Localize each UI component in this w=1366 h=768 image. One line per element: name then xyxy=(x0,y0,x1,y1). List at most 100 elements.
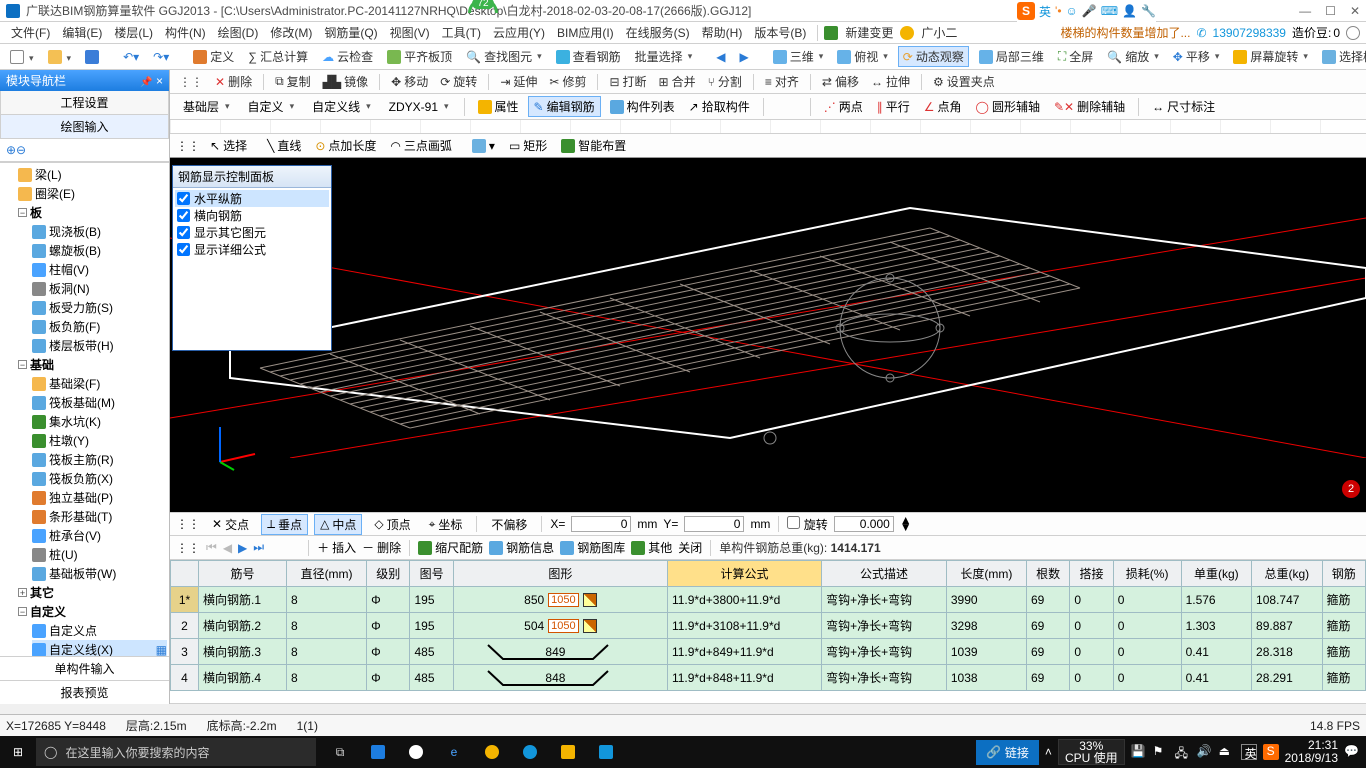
maximize-button[interactable]: ☐ xyxy=(1325,4,1336,18)
app-icon-5[interactable] xyxy=(550,736,586,768)
tree-slab-group[interactable]: −板 xyxy=(18,203,167,222)
stretch-button[interactable]: ↔拉伸 xyxy=(868,72,913,91)
sogou-mic-icon[interactable]: 🎤 xyxy=(1082,4,1097,18)
menu-member[interactable]: 构件(N) xyxy=(160,22,211,43)
menu-view[interactable]: 视图(V) xyxy=(385,22,435,43)
tree-beam[interactable]: 梁(L) xyxy=(18,165,167,184)
next-nav-button[interactable]: ▶ xyxy=(735,49,752,65)
rebar-display-panel[interactable]: 钢筋显示控制面板 水平纵筋 横向钢筋 显示其它图元 显示详细公式 xyxy=(172,165,332,351)
tray-clock[interactable]: 21:312018/9/13 xyxy=(1285,739,1338,765)
dimension-button[interactable]: ↔尺寸标注 xyxy=(1147,97,1220,116)
menu-floor[interactable]: 楼层(L) xyxy=(109,22,158,43)
chk-transverse[interactable]: 横向钢筋 xyxy=(175,207,329,224)
close-button[interactable]: ✕ xyxy=(1350,4,1360,18)
extend-button[interactable]: ⇥延伸 xyxy=(497,72,540,91)
nav-next[interactable]: ▶ xyxy=(238,541,247,555)
menu-tools[interactable]: 工具(T) xyxy=(437,22,486,43)
settings-gear-icon[interactable] xyxy=(1346,26,1360,40)
new-change-button[interactable]: 新建变更 xyxy=(840,22,898,43)
merge-button[interactable]: ⊞合并 xyxy=(656,72,699,91)
sogou-person-icon[interactable]: 👤 xyxy=(1122,4,1137,18)
delete-button[interactable]: ✕删除 xyxy=(212,72,255,91)
cloud-check-button[interactable]: ☁云检查 xyxy=(318,47,377,66)
nav-tree[interactable]: 梁(L) 圈梁(E) −板 现浇板(B) 螺旋板(B) 柱帽(V) 板洞(N) … xyxy=(0,162,169,656)
rect-tool[interactable]: ▭矩形 xyxy=(505,136,551,155)
snap-cross[interactable]: ✕ 交点 xyxy=(206,514,255,535)
select-floor-button[interactable]: 选择楼层 xyxy=(1318,47,1366,66)
code-combo[interactable]: ZDYX-91 xyxy=(382,98,456,116)
type-combo[interactable]: 自定义线 xyxy=(305,96,378,117)
angle-button[interactable]: ∠点角 xyxy=(919,97,967,116)
tree-iso-found[interactable]: 独立基础(P) xyxy=(32,488,167,507)
app-icon-2[interactable] xyxy=(398,736,434,768)
save-button[interactable] xyxy=(81,49,103,65)
trim-button[interactable]: ✂修剪 xyxy=(546,72,589,91)
del-axis-button[interactable]: ✎✕删除辅轴 xyxy=(1049,97,1130,116)
menu-bim[interactable]: BIM应用(I) xyxy=(552,22,619,43)
rebar-lib-button[interactable]: 钢筋图库 xyxy=(560,539,625,556)
member-list-button[interactable]: 构件列表 xyxy=(605,97,680,116)
sogou-keyboard-icon[interactable]: ⌨ xyxy=(1101,4,1118,18)
other-button[interactable]: 其他 xyxy=(631,539,672,556)
tree-spiral-slab[interactable]: 螺旋板(B) xyxy=(32,241,167,260)
sogou-emoji-icon[interactable]: ☺ xyxy=(1066,4,1078,18)
start-button[interactable]: ⊞ xyxy=(0,736,36,768)
define-button[interactable]: 定义 xyxy=(189,47,238,66)
tree-sump[interactable]: 集水坑(K) xyxy=(32,412,167,431)
tree-foundation-group[interactable]: −基础 xyxy=(18,355,167,374)
tree-custom-point[interactable]: 自定义点 xyxy=(32,621,167,640)
offset-button[interactable]: ⇄偏移 xyxy=(819,72,862,91)
nav-last[interactable]: ⏭ xyxy=(253,540,264,555)
new-file-button[interactable] xyxy=(6,49,38,65)
find-element-button[interactable]: 🔍查找图元 xyxy=(462,47,546,66)
pick-member-button[interactable]: ↗拾取构件 xyxy=(684,97,755,116)
angle-input[interactable] xyxy=(834,516,894,532)
props-button[interactable]: 属性 xyxy=(473,97,524,116)
tree-raft-neg[interactable]: 筏板负筋(X) xyxy=(32,469,167,488)
user-name[interactable]: 广小二 xyxy=(916,22,962,43)
snap-coord[interactable]: ⌖ 坐标 xyxy=(423,514,469,535)
tree-found-beam[interactable]: 基础梁(F) xyxy=(32,374,167,393)
tray-net-icon[interactable]: 🖧 xyxy=(1175,744,1191,760)
snap-perp[interactable]: ⟂ 垂点 xyxy=(261,514,308,535)
top-view-button[interactable]: 俯视 xyxy=(833,47,892,66)
align-button[interactable]: ≡对齐 xyxy=(762,72,802,91)
handle-icon[interactable]: ⋮⋮ xyxy=(176,74,206,90)
scale-rebar-button[interactable]: 缩尺配筋 xyxy=(418,539,483,556)
menu-file[interactable]: 文件(F) xyxy=(6,22,55,43)
tree-raft-main[interactable]: 筏板主筋(R) xyxy=(32,450,167,469)
edit-rebar-button[interactable]: ✎编辑钢筋 xyxy=(528,96,601,117)
redo-button[interactable]: ↷▾ xyxy=(149,49,173,65)
tab-report-preview[interactable]: 报表预览 xyxy=(0,680,169,704)
app-icon-4[interactable] xyxy=(512,736,548,768)
split-button[interactable]: ⑂分割 xyxy=(705,72,745,91)
open-file-button[interactable] xyxy=(44,49,76,65)
menu-modify[interactable]: 修改(M) xyxy=(265,22,317,43)
tray-vol-icon[interactable]: 🔊 xyxy=(1197,744,1213,760)
rebar-info-button[interactable]: 钢筋信息 xyxy=(489,539,554,556)
fullscreen-button[interactable]: ⛶全屏 xyxy=(1054,47,1097,66)
tray-flag-icon[interactable]: ⚑ xyxy=(1153,744,1169,760)
view-rebar-button[interactable]: 查看钢筋 xyxy=(552,47,625,66)
tray-disk-icon[interactable]: 💾 xyxy=(1131,744,1147,760)
tray-safe-icon[interactable]: ⏏ xyxy=(1219,744,1235,760)
undo-button[interactable]: ↶▾ xyxy=(119,49,143,65)
nav-first[interactable]: ⏮ xyxy=(206,540,217,555)
menu-help[interactable]: 帮助(H) xyxy=(697,22,748,43)
rotate-check[interactable]: 旋转 xyxy=(787,516,827,533)
flat-top-button[interactable]: 平齐板顶 xyxy=(383,47,456,66)
menu-online[interactable]: 在线服务(S) xyxy=(621,22,695,43)
prev-nav-button[interactable]: ◀ xyxy=(712,49,729,65)
tree-other-group[interactable]: +其它 xyxy=(18,583,167,602)
snap-mid[interactable]: △ 中点 xyxy=(314,514,362,535)
sogou-ime-bar[interactable]: S 英 '• ☺ 🎤 ⌨ 👤 🔧 xyxy=(1017,0,1156,22)
break-button[interactable]: ⊟打断 xyxy=(606,72,649,91)
sogou-settings-icon[interactable]: 🔧 xyxy=(1141,4,1156,18)
tree-cast-slab[interactable]: 现浇板(B) xyxy=(32,222,167,241)
tree-custom-group[interactable]: −自定义 xyxy=(18,602,167,621)
line-tool[interactable]: ╲直线 xyxy=(263,136,305,155)
tab-single-member[interactable]: 单构件输入 xyxy=(0,656,169,680)
tree-custom-line[interactable]: 自定义线(X)▦ xyxy=(32,640,167,656)
menu-version[interactable]: 版本号(B) xyxy=(749,22,811,43)
app-icon-6[interactable] xyxy=(588,736,624,768)
